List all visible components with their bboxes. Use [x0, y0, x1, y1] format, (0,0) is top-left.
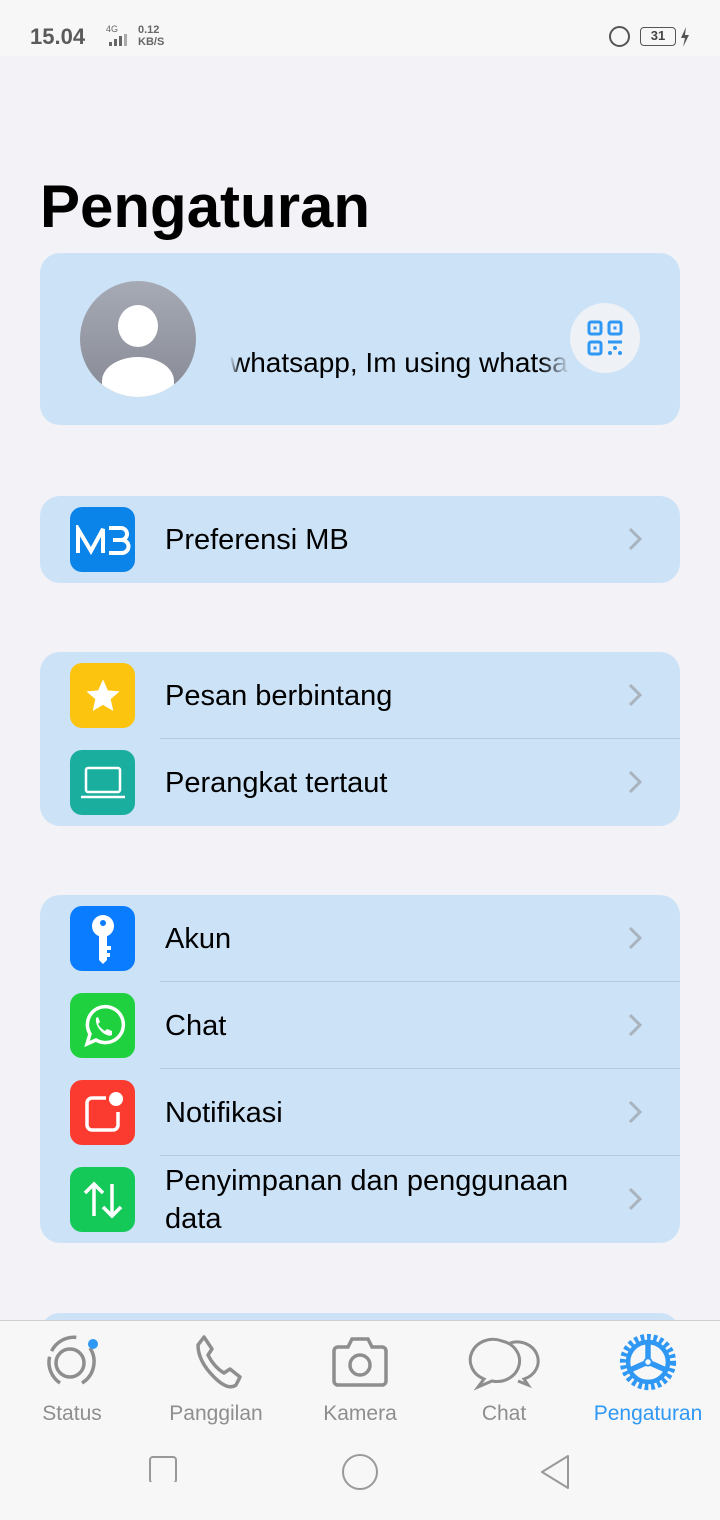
- star-icon: [70, 663, 135, 728]
- phone-icon: [196, 1335, 242, 1389]
- settings-item-perangkat-tertaut[interactable]: Perangkat tertaut: [40, 739, 680, 826]
- qr-code-button[interactable]: [570, 303, 640, 373]
- tab-label: Panggilan: [169, 1402, 263, 1425]
- item-label: Penyimpanan dan penggunaan data: [165, 1164, 569, 1235]
- chevron-right-icon: [628, 1100, 643, 1124]
- mb-logo-icon: [70, 507, 135, 572]
- notification-icon: [70, 1080, 135, 1145]
- settings-gear-icon: [619, 1333, 677, 1391]
- chevron-right-icon: [628, 527, 643, 551]
- signal-icon: [109, 34, 127, 46]
- qr-code-icon: [587, 320, 623, 356]
- item-label: Notifikasi: [165, 1096, 283, 1129]
- item-label: Preferensi MB: [165, 523, 349, 556]
- network-speed: 0.12 KB/S: [138, 24, 164, 48]
- speed-value: 0.12: [138, 24, 160, 36]
- tab-label: Chat: [481, 1402, 527, 1425]
- back-button[interactable]: [538, 1450, 574, 1494]
- charging-icon: [681, 27, 689, 47]
- rotation-lock-icon: [609, 26, 630, 47]
- page-title: Pengaturan: [40, 173, 371, 240]
- item-label: Akun: [165, 922, 232, 955]
- settings-group-mb: Preferensi MB: [40, 496, 680, 583]
- status-bar: 15.04 4G 0.12 KB/S 31: [0, 0, 720, 56]
- chat-bubbles-icon: [468, 1337, 540, 1391]
- chevron-right-icon: [628, 683, 643, 707]
- laptop-icon: [70, 750, 135, 815]
- speed-unit: KB/S: [138, 36, 165, 48]
- settings-item-preferensi-mb[interactable]: Preferensi MB: [40, 496, 680, 583]
- recents-button[interactable]: [148, 1450, 180, 1482]
- item-label: Chat: [165, 1009, 227, 1042]
- tab-pengaturan[interactable]: Pengaturan: [576, 1321, 720, 1426]
- tab-label: Pengaturan: [593, 1402, 703, 1425]
- item-label: Perangkat tertaut: [165, 766, 388, 799]
- tab-status[interactable]: Status: [0, 1321, 144, 1426]
- chevron-right-icon: [628, 1187, 643, 1211]
- camera-icon: [332, 1337, 388, 1387]
- profile-card[interactable]: whatsapp, Im using whatsapp: [40, 253, 680, 425]
- chevron-right-icon: [628, 770, 643, 794]
- item-label: Pesan berbintang: [165, 679, 393, 712]
- settings-group-starred-devices: Pesan berbintang Perangkat tertaut: [40, 652, 680, 826]
- home-button[interactable]: [340, 1450, 380, 1494]
- tab-panggilan[interactable]: Panggilan: [144, 1321, 288, 1426]
- tab-label: Status: [42, 1402, 102, 1425]
- key-icon: [70, 906, 135, 971]
- tab-chat[interactable]: Chat: [432, 1321, 576, 1426]
- settings-item-pesan-berbintang[interactable]: Pesan berbintang: [40, 652, 680, 739]
- battery-indicator: 31: [640, 27, 676, 46]
- settings-item-akun[interactable]: Akun: [40, 895, 680, 982]
- chevron-right-icon: [628, 926, 643, 950]
- data-transfer-icon: [70, 1167, 135, 1232]
- settings-item-penyimpanan[interactable]: Penyimpanan dan penggunaan data: [40, 1156, 680, 1243]
- chevron-right-icon: [628, 1013, 643, 1037]
- avatar[interactable]: [80, 281, 196, 397]
- clock: 15.04: [30, 24, 86, 49]
- settings-group-main: Akun Chat Notifikasi Penyimpanan dan pen…: [40, 895, 680, 1243]
- tab-label: Kamera: [323, 1402, 397, 1425]
- settings-item-chat[interactable]: Chat: [40, 982, 680, 1069]
- status-icon: [47, 1335, 98, 1385]
- tab-kamera[interactable]: Kamera: [288, 1321, 432, 1426]
- whatsapp-icon: [70, 993, 135, 1058]
- profile-about: whatsapp, Im using whatsapp: [230, 347, 570, 378]
- network-type: 4G: [106, 24, 119, 34]
- settings-item-notifikasi[interactable]: Notifikasi: [40, 1069, 680, 1156]
